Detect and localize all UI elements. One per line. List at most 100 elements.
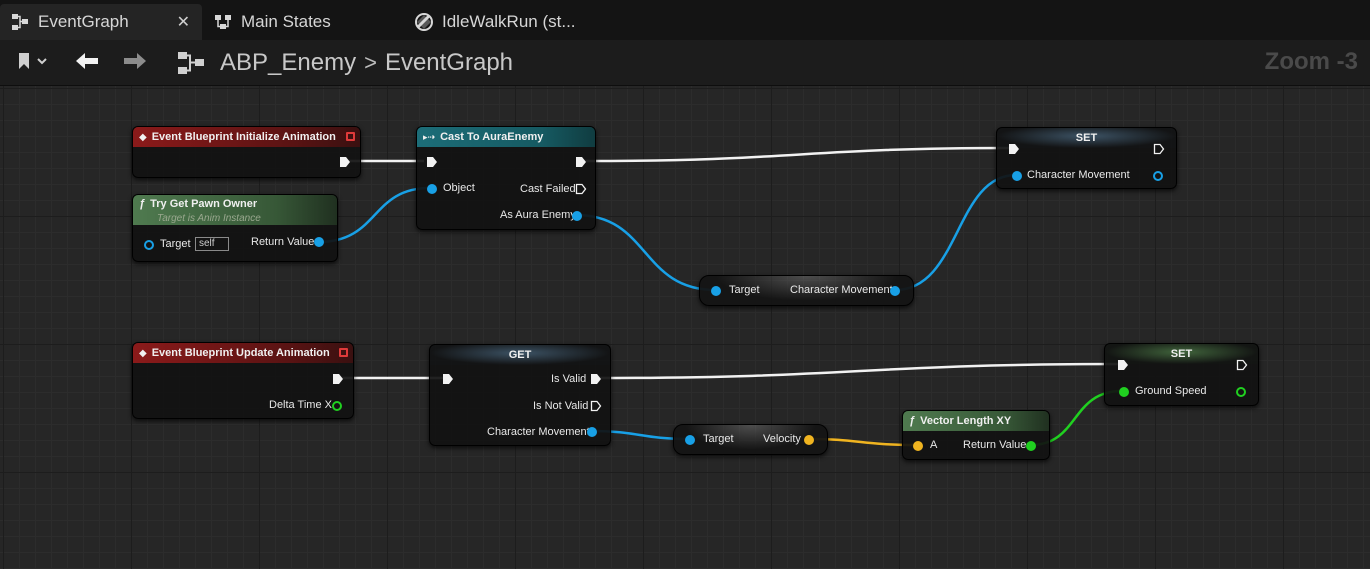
tab-idlewalkrun[interactable]: IdleWalkRun (st... [404,4,604,40]
node-vector-length-xy[interactable]: ƒ Vector Length XY A Return Value [902,410,1050,460]
node-cast-to-auraenemy[interactable]: ▸⇢ Cast To AuraEnemy Object Cast Failed … [416,126,596,230]
node-set-character-movement[interactable]: SET Character Movement [996,127,1177,189]
character-movement-label: Character Movement [790,284,893,296]
target-label: Target [160,238,191,250]
breadcrumb-root[interactable]: ABP_Enemy [220,49,356,77]
bookmark-button[interactable] [10,50,54,76]
is-not-valid-pin[interactable] [590,400,602,412]
node-header: ƒ Vector Length XY [903,411,1049,431]
node-event-initialize-animation[interactable]: ◆ Event Blueprint Initialize Animation [132,126,361,178]
a-pin[interactable] [913,441,923,451]
node-try-get-pawn-owner[interactable]: ƒ Try Get Pawn Owner Target is Anim Inst… [132,194,338,262]
node-title: GET [508,349,532,361]
target-pin[interactable] [144,240,154,250]
node-set-ground-speed[interactable]: SET Ground Speed [1104,343,1259,406]
exec-in-pin[interactable] [426,156,438,168]
delegate-pin-icon[interactable] [346,132,355,141]
character-movement-out-pin[interactable] [1153,171,1163,181]
node-title: Event Blueprint Initialize Animation [151,131,336,143]
cast-failed-pin[interactable] [575,183,587,195]
is-not-valid-label: Is Not Valid [533,400,589,412]
node-get-velocity[interactable]: Target Velocity [673,424,828,455]
character-movement-in-pin[interactable] [1012,171,1022,181]
tab-bar: EventGraph ✕ Main States IdleWalkRun (st… [0,0,1370,43]
character-movement-pin[interactable] [890,286,900,296]
node-title: Try Get Pawn Owner [150,198,258,210]
target-pin[interactable] [685,435,695,445]
delta-time-pin[interactable] [332,401,342,411]
exec-in-pin[interactable] [1117,359,1129,371]
breadcrumb-current[interactable]: EventGraph [385,49,513,77]
target-pin[interactable] [711,286,721,296]
character-movement-pin[interactable] [587,427,597,437]
exec-out-pin[interactable] [1153,143,1165,155]
object-pin[interactable] [427,184,437,194]
back-button[interactable] [68,48,106,78]
object-label: Object [443,182,475,194]
a-label: A [930,439,938,451]
forward-button[interactable] [116,48,154,78]
return-value-pin[interactable] [314,237,324,247]
node-header: ◆ Event Blueprint Initialize Animation [133,127,360,147]
ground-speed-label: Ground Speed [1135,385,1207,397]
return-value-pin[interactable] [1026,441,1036,451]
target-label: Target [703,433,734,445]
function-icon: ƒ [909,415,916,427]
exec-out-pin[interactable] [339,156,351,168]
tab-main-states[interactable]: Main States [203,4,403,40]
arrow-left-icon [74,51,100,76]
ground-speed-in-pin[interactable] [1119,387,1129,397]
velocity-label: Velocity [763,433,801,445]
graph-icon [10,12,30,32]
is-valid-pin[interactable] [590,373,602,385]
delta-time-label: Delta Time X [269,399,332,411]
node-title: SET [1075,132,1098,144]
is-valid-label: Is Valid [551,373,587,385]
breadcrumb: ABP_Enemy > EventGraph [176,46,513,80]
node-title: Cast To AuraEnemy [440,131,544,143]
state-machine-icon [213,12,233,32]
node-title: Vector Length XY [920,415,1012,427]
tab-label: EventGraph [38,12,129,31]
breadcrumb-separator: > [364,50,377,75]
return-value-label: Return Value [251,236,315,248]
target-label: Target [729,284,760,296]
close-icon[interactable]: ✕ [177,12,190,32]
graph-toolbar: ABP_Enemy > EventGraph Zoom -3 [0,40,1370,86]
ground-speed-out-pin[interactable] [1236,387,1246,397]
node-header: SET [997,128,1176,148]
node-get-character-movement[interactable]: Target Character Movement [699,275,914,306]
self-value-box[interactable]: self [195,237,229,251]
exec-out-pin[interactable] [1236,359,1248,371]
exec-in-pin[interactable] [442,373,454,385]
character-movement-label: Character Movement [1027,169,1130,181]
node-header: GET [430,345,610,365]
exec-in-pin[interactable] [1008,143,1020,155]
character-movement-label: Character Movement [487,426,590,438]
graph-icon [176,50,206,76]
function-icon: ƒ [139,198,146,210]
event-icon: ◆ [139,131,147,143]
velocity-pin[interactable] [804,435,814,445]
node-header: ◆ Event Blueprint Update Animation [133,343,353,363]
node-get-validated[interactable]: GET Is Valid Is Not Valid Character Move… [429,344,611,446]
delegate-pin-icon[interactable] [339,348,348,357]
exec-out-pin[interactable] [575,156,587,168]
node-title: Event Blueprint Update Animation [151,347,330,359]
exec-out-pin[interactable] [332,373,344,385]
return-value-label: Return Value [963,439,1027,451]
cast-failed-label: Cast Failed [520,183,576,195]
tab-label: Main States [241,12,331,31]
cast-icon: ▸⇢ [423,131,436,142]
as-aura-enemy-label: As Aura Enemy [500,209,576,221]
event-icon: ◆ [139,347,147,359]
arrow-right-icon [122,51,148,76]
tab-label: IdleWalkRun (st... [442,12,576,31]
blendspace-icon [414,12,434,32]
zoom-level: Zoom -3 [1264,48,1358,75]
node-event-update-animation[interactable]: ◆ Event Blueprint Update Animation Delta… [132,342,354,419]
tab-eventgraph[interactable]: EventGraph ✕ [0,4,202,40]
node-title: SET [1170,348,1193,360]
node-subtitle: Target is Anim Instance [157,213,261,224]
as-aura-enemy-pin[interactable] [572,211,582,221]
